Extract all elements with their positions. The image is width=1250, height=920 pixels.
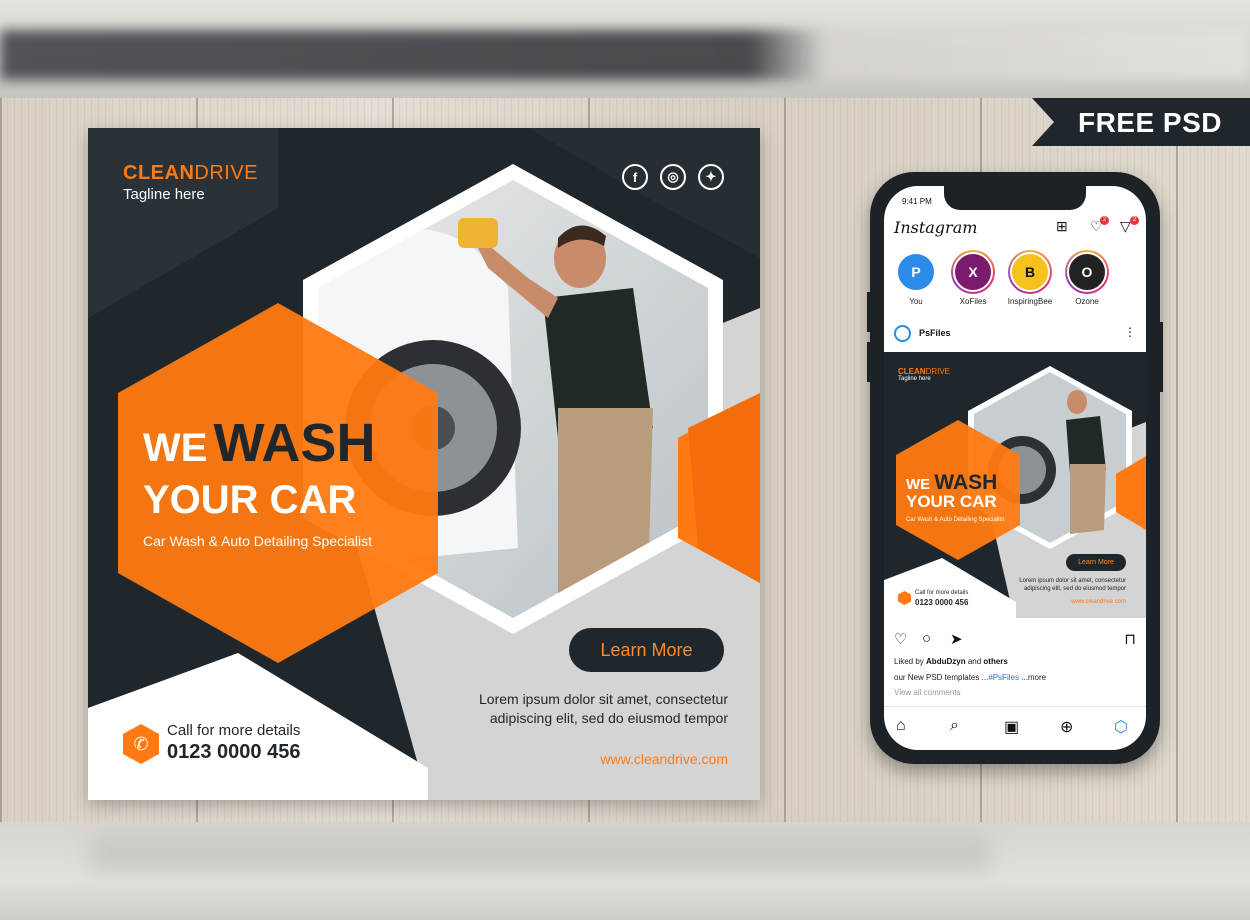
free-psd-badge: FREE PSD [1032,98,1250,146]
brand-tagline: Tagline here [123,186,205,203]
instagram-logo: Instagram [894,218,978,237]
story-name: You [909,297,923,306]
post-user-avatar[interactable] [894,325,911,342]
phone-mockup: 9:41 PM Instagram ⊞ ♡ 2 ▽ 2 P You X XoFi… [867,172,1163,764]
post-header: PsFiles ⋮ [894,325,1136,343]
story-item[interactable]: O Ozone [1063,250,1111,306]
more-options-icon[interactable]: ⋮ [1124,325,1136,339]
headline-we: WE [143,426,208,470]
like-icon[interactable]: ♡ [894,630,907,648]
search-icon[interactable]: ⌕ [950,717,959,735]
phone-screen: 9:41 PM Instagram ⊞ ♡ 2 ▽ 2 P You X XoFi… [884,186,1146,750]
bottom-nav: ⌂ ⌕ ▣ ⊕ ⬡ [884,706,1146,750]
shop-icon[interactable]: ⊕ [1060,717,1073,737]
messages-count-badge: 2 [1130,216,1139,225]
story-item[interactable]: X XoFiles [949,250,997,306]
facebook-icon[interactable]: f [622,164,648,190]
view-all-comments[interactable]: View all comments [894,688,961,697]
post-description: Lorem ipsum dolor sit amet, consectetur … [479,691,728,726]
story-item[interactable]: B InspiringBee [1006,250,1054,306]
website-link[interactable]: www.cleandrive.com [518,751,728,767]
mini-call-label: Call for more details [915,590,969,596]
home-icon[interactable]: ⌂ [896,717,906,735]
post-headline: WE WASH YOUR CAR Car Wash & Auto Detailin… [143,416,375,548]
mini-website: www.cleandrive.com [1071,599,1126,605]
story-avatar: X [953,252,993,292]
brand-name-bold: CLEAN [123,162,195,184]
brand-logo: CLEANDRIVE Tagline here [123,162,258,203]
reels-icon[interactable]: ▣ [1004,717,1019,737]
likes-count-badge: 2 [1100,216,1109,225]
headline-subtitle: Car Wash & Auto Detailing Specialist [143,533,373,549]
social-media-post: CLEANDRIVE Tagline here f ◎ ✦ WE WASH YOU… [88,128,760,800]
story-avatar: B [1010,252,1050,292]
call-block: Call for more details 0123 0000 456 [167,722,300,764]
twitter-icon[interactable]: ✦ [698,164,724,190]
social-icons: f ◎ ✦ [622,164,724,190]
free-psd-label: FREE PSD [1077,107,1222,138]
blurred-top-background [0,0,1250,98]
status-time: 9:41 PM [902,197,932,206]
headline-wash: WASH [213,413,376,473]
power-button [1160,322,1163,392]
mini-headline-2: YOUR CAR [906,492,997,511]
phone-notch [944,186,1086,210]
volume-button [867,342,870,382]
headline-line2: YOUR CAR [143,478,357,522]
story-name: Ozone [1075,297,1099,306]
comment-icon[interactable]: ○ [922,630,931,647]
mini-brand: CLEANDRIVE [898,367,951,376]
mini-post-preview: CLEANDRIVE Tagline here WE WASH YOUR CAR… [884,352,1146,618]
learn-more-button[interactable]: Learn More [569,628,724,672]
blurred-bottom-background [0,822,1250,920]
story-name: InspiringBee [1007,297,1053,306]
post-username[interactable]: PsFiles [919,328,951,338]
liked-by: Liked by AbduDzyn and others [894,657,1008,666]
new-post-icon[interactable]: ⊞ [1056,218,1068,235]
mini-tagline: Tagline here [898,376,931,382]
mini-subtitle: Car Wash & Auto Detailing Specialist [906,517,1005,523]
story-item[interactable]: P You [892,250,940,306]
call-number[interactable]: 0123 0000 456 [167,741,300,764]
mini-description: Lorem ipsum dolor sit amet, consectetur … [1019,578,1126,592]
story-name: XoFiles [959,297,987,306]
story-avatar: P [896,252,936,292]
post-actions: ♡ ○ ➤ ⊓ [894,630,1136,648]
bookmark-icon[interactable]: ⊓ [1124,630,1136,648]
story-avatar: O [1067,252,1107,292]
call-label: Call for more details [167,722,301,739]
profile-icon[interactable]: ⬡ [1114,717,1128,737]
mini-learn-more-button[interactable]: Learn More [1066,554,1126,571]
brand-name-light: DRIVE [194,162,259,184]
stories-row: P You X XoFiles B InspiringBee O Ozone [892,250,1111,306]
volume-button [867,292,870,332]
instagram-icon[interactable]: ◎ [660,164,686,190]
post-caption: our New PSD templates ...#PsFiles ...mor… [894,673,1047,682]
share-icon[interactable]: ➤ [950,630,963,648]
mini-call-number: 0123 0000 456 [915,598,969,607]
instagram-header: Instagram ⊞ ♡ 2 ▽ 2 [894,216,1139,238]
